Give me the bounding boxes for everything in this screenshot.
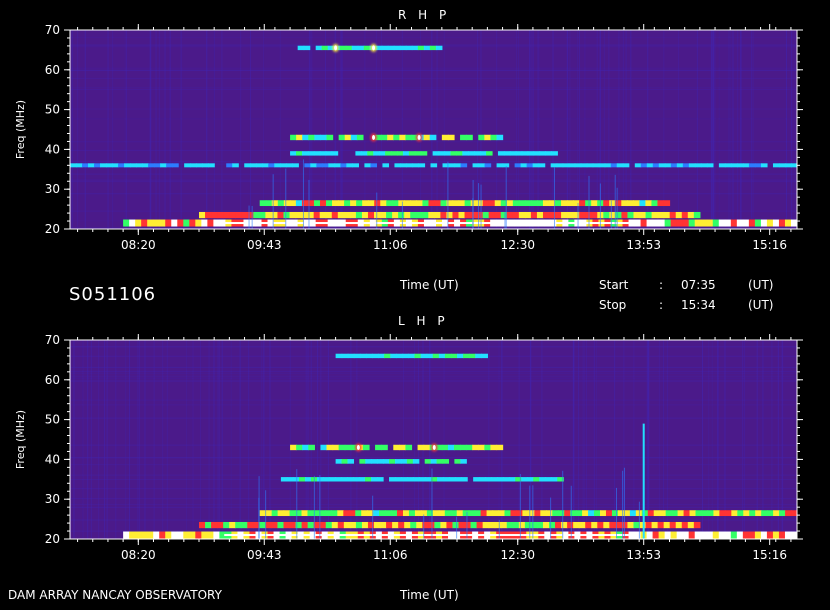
spectrogram-background — [70, 340, 797, 539]
x-tick-label: 13:53 — [626, 238, 661, 252]
x-tick-label: 08:20 — [121, 238, 156, 252]
start-unit: (UT) — [748, 278, 774, 292]
spectrogram-background — [70, 30, 797, 229]
emission-band-21mhz — [123, 531, 797, 539]
x-tick-label: 09:43 — [247, 238, 282, 252]
y-tick-label: 70 — [45, 333, 60, 347]
emission-band-23.5mhz — [199, 211, 701, 219]
emission-band-43mhz — [290, 444, 504, 451]
emission-spot-core — [372, 134, 376, 140]
y-tick-label: 40 — [45, 452, 60, 466]
y-tick-label: 20 — [45, 222, 60, 236]
emission-spot-core — [356, 444, 360, 450]
y-tick-label: 60 — [45, 373, 60, 387]
start-label: Start — [599, 278, 629, 292]
emission-spot-core — [372, 45, 376, 51]
y-tick-label: 60 — [45, 63, 60, 77]
start-colon: : — [659, 278, 664, 292]
y-tick-label: 30 — [45, 182, 60, 196]
stop-time: 15:34 — [681, 298, 716, 312]
x-tick-label: 08:20 — [121, 548, 156, 562]
x-tick-label: 11:06 — [373, 238, 408, 252]
y-axis-label: Freq (MHz) — [14, 410, 27, 469]
emission-spot-core — [417, 134, 421, 140]
rhp-time-axis-label: Time (UT) — [400, 278, 459, 292]
y-tick-label: 40 — [45, 142, 60, 156]
emission-band-26.5mhz — [259, 510, 797, 517]
rhp-title: R H P — [398, 8, 451, 22]
y-tick-label: 70 — [45, 23, 60, 37]
x-tick-label: 09:43 — [247, 548, 282, 562]
stop-label: Stop — [599, 298, 627, 312]
x-tick-label: 15:16 — [752, 548, 787, 562]
emission-band-65.5mhz — [297, 45, 443, 51]
y-axis-label: Freq (MHz) — [14, 100, 27, 159]
observation-id: S051106 — [69, 284, 157, 305]
emission-spot-core — [432, 444, 436, 450]
emission-band-35mhz — [280, 477, 564, 482]
start-time: 07:35 — [681, 278, 716, 292]
x-tick-label: 13:53 — [626, 548, 661, 562]
stop-colon: : — [659, 298, 664, 312]
emission-band-23.5mhz — [199, 521, 701, 529]
emission-band-43mhz — [290, 134, 504, 141]
x-tick-label: 11:06 — [373, 548, 408, 562]
x-tick-label: 15:16 — [752, 238, 787, 252]
lhp-time-axis-label: Time (UT) — [400, 588, 459, 602]
emission-band-26.5mhz — [259, 200, 671, 207]
lhp-title: L H P — [398, 314, 449, 328]
emission-spot-core — [334, 45, 338, 51]
x-tick-label: 12:30 — [500, 548, 535, 562]
emission-band-66mhz — [335, 353, 488, 359]
emission-band-21.5mhz — [123, 219, 797, 227]
y-tick-label: 50 — [45, 103, 60, 117]
x-tick-label: 12:30 — [500, 238, 535, 252]
y-tick-label: 30 — [45, 492, 60, 506]
rhp-panel: 20 30 40 50 60 70 08:20 09:43 11:06 12:30 13:53 15:… — [14, 23, 803, 252]
footer-credit: DAM ARRAY NANCAY OBSERVATORY — [8, 588, 222, 602]
emission-band-39mhz — [290, 151, 558, 156]
y-tick-label: 50 — [45, 413, 60, 427]
lhp-panel: 20 30 40 50 60 70 08:20 09:43 11:06 12:30 13:53 15:… — [14, 333, 803, 562]
stop-unit: (UT) — [748, 298, 774, 312]
y-tick-label: 20 — [45, 532, 60, 546]
